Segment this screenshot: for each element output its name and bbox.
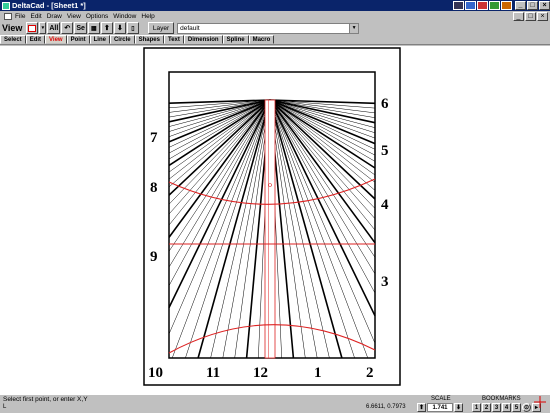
gnomon-bar bbox=[264, 99, 276, 359]
bookmark-button-2[interactable]: 2 bbox=[482, 403, 491, 412]
document-icon[interactable] bbox=[4, 12, 12, 20]
layer-button[interactable]: Layer bbox=[147, 22, 175, 34]
app-icon[interactable] bbox=[2, 1, 10, 10]
crosshair-icon[interactable] bbox=[534, 396, 546, 408]
status-bar: Select first point, or enter X,Y L 6.661… bbox=[0, 395, 550, 413]
scale-up-icon[interactable]: ⬆ bbox=[417, 403, 426, 412]
tray-icon-1[interactable] bbox=[453, 1, 464, 10]
tray-icon-2[interactable] bbox=[465, 1, 476, 10]
menu-bar: File Edit Draw View Options Window Help … bbox=[0, 11, 550, 21]
hour-label-10: 10 bbox=[148, 365, 163, 381]
pan-down-icon[interactable]: ⬇ bbox=[113, 22, 126, 34]
status-corner-mark: L bbox=[3, 404, 7, 410]
tab-point[interactable]: Point bbox=[66, 35, 90, 44]
tab-edit[interactable]: Edit bbox=[25, 35, 46, 44]
tab-spline[interactable]: Spline bbox=[222, 35, 249, 44]
mdi-controls: _ □ × bbox=[512, 11, 548, 21]
zoom-selection-button[interactable]: Se bbox=[74, 22, 87, 34]
tab-line[interactable]: Line bbox=[89, 35, 110, 44]
pan-up-icon[interactable]: ⬆ bbox=[100, 22, 113, 34]
toolbar: View ▾ All ↶ Se ▦ ⬆ ⬇ ▯ Layer default ▼ bbox=[0, 21, 550, 35]
tab-circle[interactable]: Circle bbox=[109, 35, 135, 44]
undo-view-icon[interactable]: ↶ bbox=[61, 22, 74, 34]
grid-icon[interactable]: ▦ bbox=[87, 22, 100, 34]
hour-label-4: 4 bbox=[381, 197, 389, 213]
hour-label-2: 2 bbox=[366, 365, 374, 381]
layer-select-value: default bbox=[180, 24, 200, 32]
minimize-button[interactable]: _ bbox=[515, 1, 526, 10]
hour-label-7: 7 bbox=[150, 130, 158, 146]
title-bar: DeltaCad - [Sheet1 *] _ □ × bbox=[0, 0, 550, 11]
menu-file[interactable]: File bbox=[15, 13, 25, 20]
tab-text[interactable]: Text bbox=[163, 35, 184, 44]
bookmark-button-4[interactable]: 4 bbox=[502, 403, 511, 412]
tab-dimension[interactable]: Dimension bbox=[183, 35, 223, 44]
bookmark-buttons: 1 2 3 4 5 ⊙ ▸ bbox=[472, 403, 542, 412]
bookmark-button-3[interactable]: 3 bbox=[492, 403, 501, 412]
zoom-dropdown-button[interactable]: ▾ bbox=[39, 22, 47, 34]
scale-controls: ⬆ 1.741 ⬇ bbox=[417, 403, 464, 412]
hour-label-8: 8 bbox=[150, 180, 158, 196]
doc-close-button[interactable]: × bbox=[537, 11, 548, 21]
hour-label-1: 1 bbox=[314, 365, 322, 381]
cursor-coordinates: 6.6611, 0.7973 bbox=[366, 404, 406, 410]
hour-label-5: 5 bbox=[381, 143, 389, 159]
tab-macro[interactable]: Macro bbox=[248, 35, 275, 44]
hour-label-11: 11 bbox=[206, 365, 220, 381]
layer-select[interactable]: default ▼ bbox=[177, 22, 360, 34]
tray-icon-4[interactable] bbox=[489, 1, 500, 10]
hour-label-9: 9 bbox=[150, 249, 158, 265]
hour-label-3: 3 bbox=[381, 274, 389, 290]
menu-view[interactable]: View bbox=[67, 13, 81, 20]
menu-edit[interactable]: Edit bbox=[30, 13, 41, 20]
tab-view[interactable]: View bbox=[45, 35, 67, 44]
toolbar-title: View bbox=[2, 23, 23, 33]
close-button[interactable]: × bbox=[539, 1, 550, 10]
menu-draw[interactable]: Draw bbox=[47, 13, 62, 20]
scale-value[interactable]: 1.741 bbox=[427, 403, 453, 412]
doc-restore-button[interactable]: □ bbox=[525, 11, 536, 21]
window-title: DeltaCad - [Sheet1 *] bbox=[12, 1, 86, 10]
scale-label: SCALE bbox=[431, 396, 451, 402]
tab-shapes[interactable]: Shapes bbox=[134, 35, 164, 44]
bookmark-add-icon[interactable]: ⊙ bbox=[522, 403, 531, 412]
tool-tabs: Select Edit View Point Line Circle Shape… bbox=[0, 35, 550, 45]
hour-label-12: 12 bbox=[253, 365, 268, 381]
bookmark-button-5[interactable]: 5 bbox=[512, 403, 521, 412]
hour-label-6: 6 bbox=[381, 96, 389, 112]
menu-options[interactable]: Options bbox=[86, 13, 108, 20]
command-prompt: Select first point, or enter X,Y bbox=[3, 396, 88, 403]
drawing-svg[interactable]: 6 7 5 8 4 9 3 10 11 12 1 2 bbox=[0, 46, 550, 395]
chevron-down-icon[interactable]: ▼ bbox=[349, 23, 359, 33]
zoom-window-button[interactable] bbox=[26, 22, 39, 34]
doc-minimize-button[interactable]: _ bbox=[513, 11, 524, 21]
menu-help[interactable]: Help bbox=[141, 13, 154, 20]
bookmarks-label: BOOKMARKS bbox=[482, 396, 521, 402]
zoom-window-icon bbox=[28, 24, 37, 32]
maximize-button[interactable]: □ bbox=[527, 1, 538, 10]
bookmark-button-1[interactable]: 1 bbox=[472, 403, 481, 412]
tab-select[interactable]: Select bbox=[0, 35, 26, 44]
taskbar-tray bbox=[453, 1, 512, 10]
menu-window[interactable]: Window bbox=[113, 13, 136, 20]
tray-icon-5[interactable] bbox=[501, 1, 512, 10]
refresh-icon[interactable]: ▯ bbox=[126, 22, 139, 34]
tray-icon-3[interactable] bbox=[477, 1, 488, 10]
drawing-canvas[interactable]: 6 7 5 8 4 9 3 10 11 12 1 2 bbox=[0, 46, 550, 395]
scale-down-icon[interactable]: ⬇ bbox=[454, 403, 463, 412]
zoom-all-button[interactable]: All bbox=[47, 22, 61, 34]
